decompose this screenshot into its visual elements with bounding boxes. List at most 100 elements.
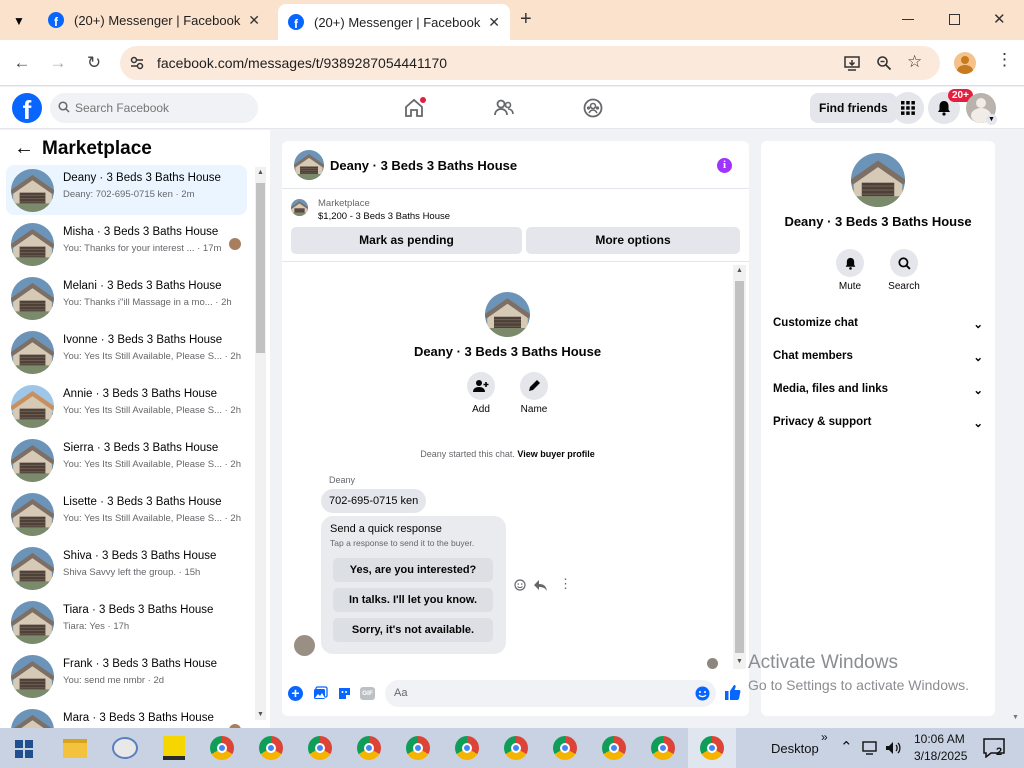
customize-chat-section[interactable]: Customize chat ⌄: [773, 317, 983, 331]
reload-icon[interactable]: ↻: [83, 52, 105, 74]
account-chevron-icon[interactable]: ▼: [986, 114, 997, 125]
react-emoji-icon[interactable]: [514, 579, 526, 591]
toolbar-overflow-icon[interactable]: »: [821, 730, 828, 744]
chat-members-section[interactable]: Chat members ⌄: [773, 350, 983, 364]
message-bubble[interactable]: 702-695-0715 ken: [321, 489, 427, 513]
facebook-search-input[interactable]: [50, 93, 258, 123]
conversation-item[interactable]: Melani · 3 Beds 3 Baths House You: Thanks…: [6, 273, 247, 323]
scroll-up-arrow[interactable]: ▲: [257, 169, 264, 176]
sticker-icon[interactable]: [337, 686, 352, 701]
chrome-taskbar-icon[interactable]: [504, 736, 528, 760]
listing-price[interactable]: $1,200 - 3 Beds 3 Baths House: [318, 211, 450, 222]
photo-icon[interactable]: [313, 686, 328, 701]
view-buyer-profile-link[interactable]: View buyer profile: [517, 449, 594, 459]
quick-reply-button[interactable]: In talks. I'll let you know.: [333, 588, 493, 612]
plus-icon[interactable]: +: [288, 686, 303, 701]
find-friends-button[interactable]: Find friends: [810, 93, 897, 123]
chrome-taskbar-icon-active[interactable]: [700, 736, 724, 760]
zoom-icon[interactable]: [876, 55, 892, 71]
scroll-up-arrow[interactable]: ▲: [736, 267, 743, 274]
media-files-links-section[interactable]: Media, files and links ⌄: [773, 383, 983, 397]
windows-start-icon[interactable]: [15, 740, 33, 758]
close-window-icon[interactable]: ✕: [993, 10, 1006, 28]
quick-reply-button[interactable]: Sorry, it's not available.: [333, 618, 493, 642]
info-icon[interactable]: i: [717, 158, 732, 173]
desktop-toolbar-label[interactable]: Desktop: [771, 741, 819, 756]
chrome-taskbar-icon[interactable]: [455, 736, 479, 760]
back-arrow-icon[interactable]: ←: [14, 138, 34, 158]
back-arrow-icon[interactable]: ←: [11, 52, 33, 74]
forward-arrow-icon[interactable]: →: [47, 52, 69, 74]
close-tab-icon[interactable]: ✕: [248, 12, 260, 29]
browser-tab-2-active[interactable]: f (20+) Messenger | Facebook ✕: [278, 4, 510, 40]
mute-button[interactable]: [836, 249, 864, 277]
privacy-support-section[interactable]: Privacy & support ⌄: [773, 416, 983, 430]
quick-reply-button[interactable]: Yes, are you interested?: [333, 558, 493, 582]
menu-grid-button[interactable]: [892, 92, 924, 124]
add-member-button[interactable]: [467, 372, 495, 400]
friends-icon[interactable]: [493, 97, 515, 119]
more-options-button[interactable]: More options: [526, 227, 740, 254]
scrollbar-thumb[interactable]: [735, 281, 744, 653]
listing-thumbnail[interactable]: [291, 199, 308, 216]
install-app-icon[interactable]: [843, 54, 861, 72]
conversation-item[interactable]: Deany · 3 Beds 3 Baths House Deany: 702-6…: [6, 165, 247, 215]
address-bar[interactable]: facebook.com/messages/t/9389287054441170…: [120, 46, 940, 80]
chrome-taskbar-icon[interactable]: [553, 736, 577, 760]
facebook-logo-icon[interactable]: f: [12, 93, 42, 123]
like-thumbs-up-icon[interactable]: [724, 684, 741, 701]
emoji-icon[interactable]: [695, 686, 710, 701]
show-hidden-icons-chevron[interactable]: ⌃: [840, 738, 853, 756]
profile-avatar[interactable]: [954, 52, 976, 74]
chrome-taskbar-icon[interactable]: [602, 736, 626, 760]
chrome-taskbar-icon[interactable]: [259, 736, 283, 760]
scroll-down-arrow[interactable]: ▼: [736, 658, 743, 665]
browser-tab-1[interactable]: f (20+) Messenger | Facebook ✕: [38, 0, 270, 40]
conversation-item[interactable]: Frank · 3 Beds 3 Baths House You: send me…: [6, 651, 247, 701]
close-tab-icon[interactable]: ✕: [488, 14, 500, 31]
volume-icon[interactable]: [885, 740, 901, 756]
scroll-down-arrow[interactable]: ▼: [257, 711, 264, 718]
search-chat-button[interactable]: [890, 249, 918, 277]
sticky-notes-icon[interactable]: [163, 736, 185, 760]
tab-search-button[interactable]: ▼: [8, 10, 30, 32]
site-info-icon[interactable]: [129, 55, 145, 71]
new-tab-button[interactable]: +: [520, 8, 532, 31]
page-scroll-down-arrow[interactable]: ▼: [1012, 714, 1019, 721]
groups-icon[interactable]: [582, 97, 604, 119]
restore-window-icon[interactable]: [949, 14, 960, 25]
chat-avatar[interactable]: [294, 150, 324, 180]
file-explorer-icon[interactable]: [63, 739, 87, 758]
clock-time[interactable]: 10:06 AM: [914, 732, 965, 746]
chrome-taskbar-icon[interactable]: [651, 736, 675, 760]
details-avatar[interactable]: [851, 153, 905, 207]
chrome-taskbar-icon[interactable]: [210, 736, 234, 760]
chat-scrollbar[interactable]: ▲ ▼: [733, 265, 746, 669]
message-composer[interactable]: Aa: [385, 680, 716, 707]
profile-avatar-large[interactable]: [485, 292, 530, 337]
conversation-item[interactable]: Sierra · 3 Beds 3 Baths House You: Yes It…: [6, 435, 247, 485]
conversation-item[interactable]: Misha · 3 Beds 3 Baths House You: Thanks …: [6, 219, 247, 269]
more-actions-icon[interactable]: ⋮: [559, 577, 572, 590]
chat-title[interactable]: Deany · 3 Beds 3 Baths House: [330, 158, 517, 173]
browser-menu-icon[interactable]: ⋮: [996, 51, 1013, 68]
network-icon[interactable]: [862, 741, 880, 755]
reply-icon[interactable]: [534, 579, 547, 591]
mark-as-pending-button[interactable]: Mark as pending: [291, 227, 522, 254]
conversation-item[interactable]: Tiara · 3 Beds 3 Baths House Tiara: Yes ·…: [6, 597, 247, 647]
chrome-taskbar-icon[interactable]: [406, 736, 430, 760]
conversation-item[interactable]: Mara · 3 Beds 3 Baths House: [6, 705, 247, 728]
chrome-taskbar-icon[interactable]: [308, 736, 332, 760]
conversation-item[interactable]: Ivonne · 3 Beds 3 Baths House You: Yes It…: [6, 327, 247, 377]
bookmark-star-icon[interactable]: ☆: [907, 52, 922, 72]
name-chat-button[interactable]: [520, 372, 548, 400]
conversation-list-scrollbar[interactable]: ▲ ▼: [255, 167, 266, 720]
conversation-item[interactable]: Shiva · 3 Beds 3 Baths House Shiva Savvy …: [6, 543, 247, 593]
gif-icon[interactable]: GIF: [360, 687, 375, 700]
conversation-item[interactable]: Lisette · 3 Beds 3 Baths House You: Yes I…: [6, 489, 247, 539]
conversation-item[interactable]: Annie · 3 Beds 3 Baths House You: Yes Its…: [6, 381, 247, 431]
chrome-taskbar-icon[interactable]: [357, 736, 381, 760]
scrollbar-thumb[interactable]: [256, 183, 265, 353]
clock-date[interactable]: 3/18/2025: [914, 749, 967, 763]
paint-app-icon[interactable]: [112, 737, 138, 759]
